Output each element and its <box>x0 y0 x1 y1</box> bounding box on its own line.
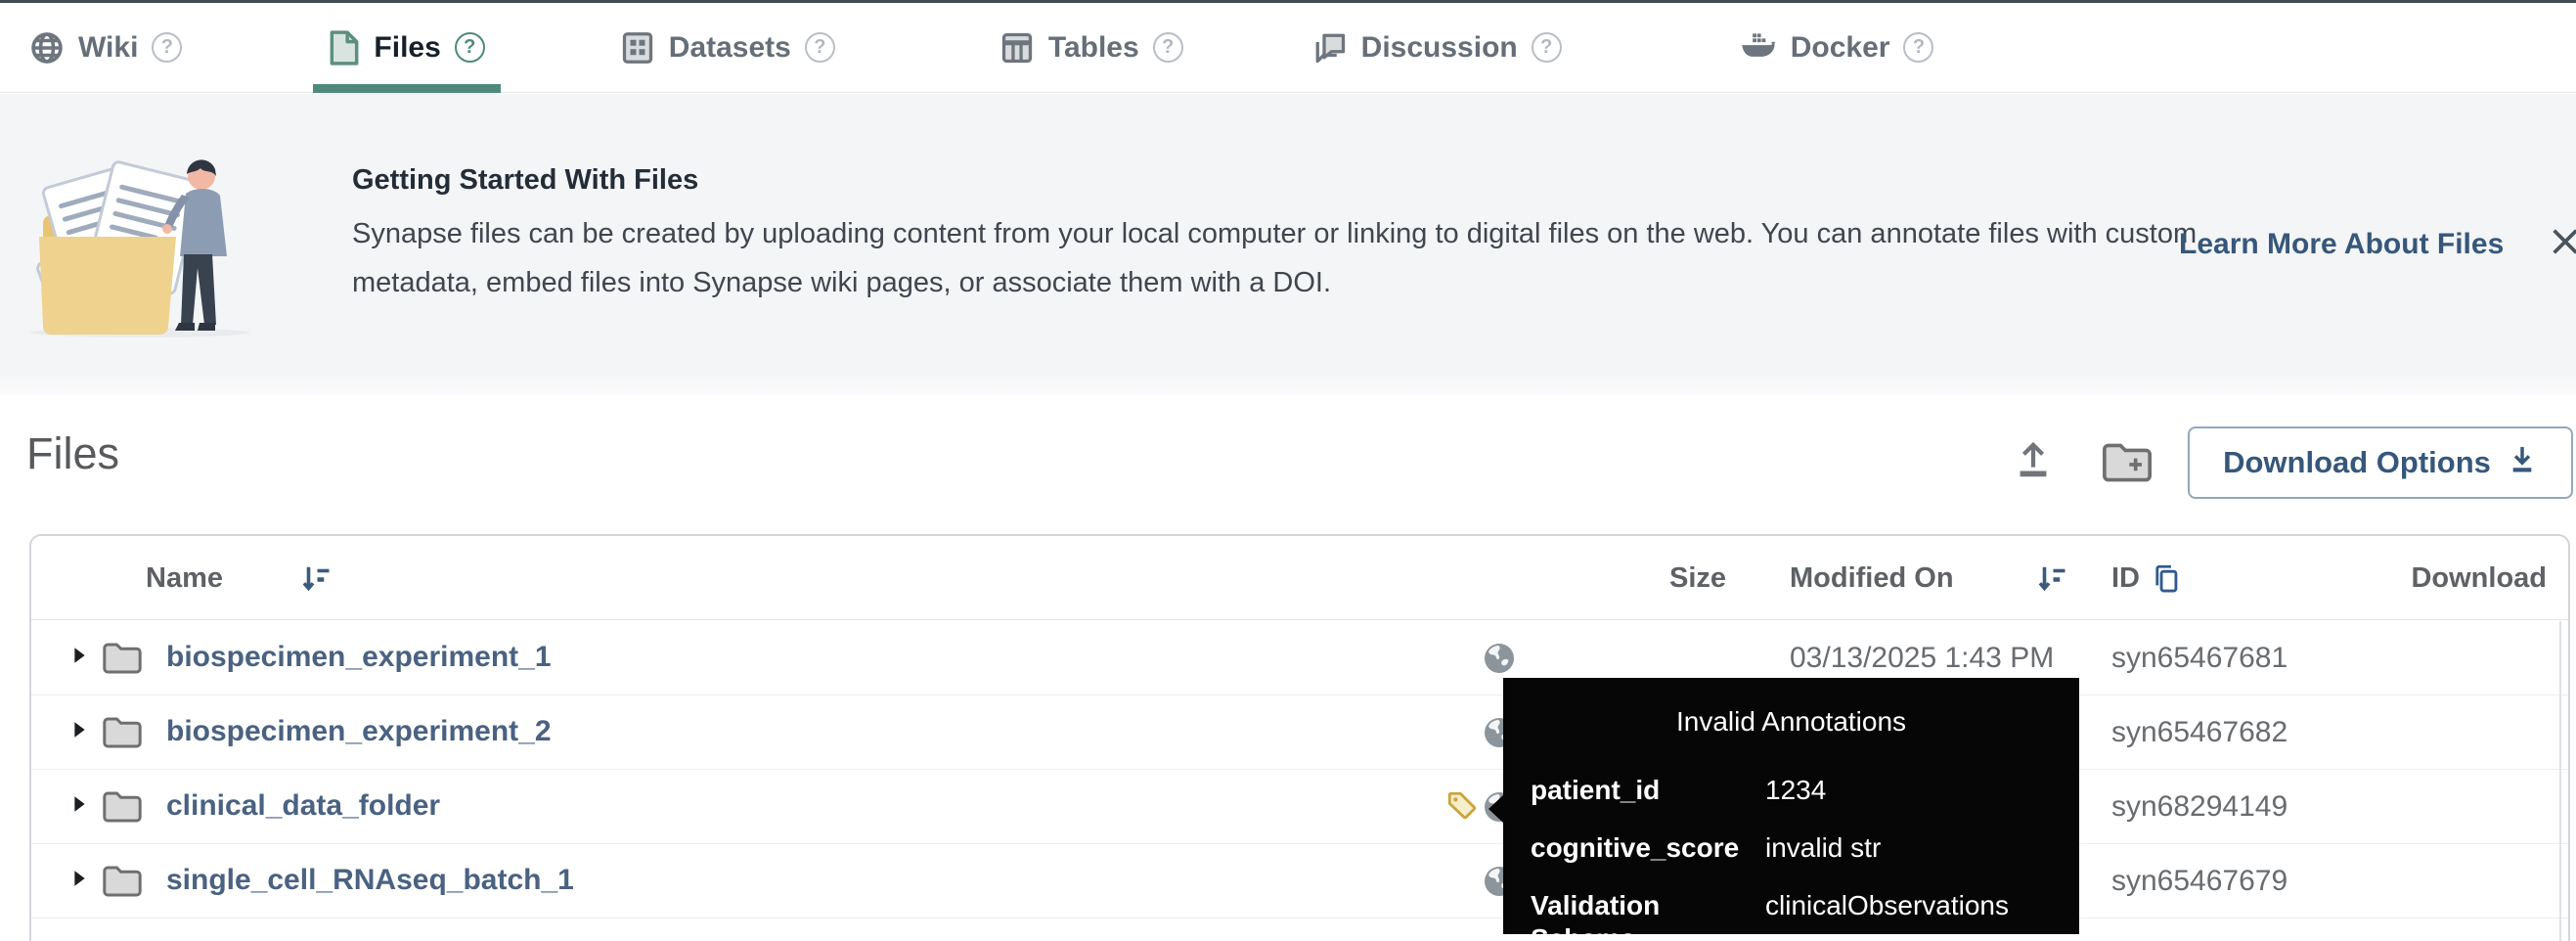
folder-icon <box>102 864 143 904</box>
banner-title: Getting Started With Files <box>352 164 698 197</box>
download-options-button[interactable]: Download Options <box>2188 426 2573 499</box>
copy-icon[interactable] <box>2150 561 2183 602</box>
modified-on-cell: 03/13/2025 1:43 PM <box>1790 642 2054 675</box>
tooltip-row: cognitive_score invalid str <box>1503 831 2079 865</box>
entity-tab-bar: Wiki Files Datasets Tables Discussion Do… <box>0 0 2576 93</box>
tooltip-value: clinicalObservations <box>1765 889 2009 941</box>
table-scrollbar[interactable] <box>2559 621 2561 941</box>
files-illustration <box>27 137 252 349</box>
tab-discussion[interactable]: Discussion <box>1312 3 1562 92</box>
table-body: biospecimen_experiment_1 03/13/2025 1:43… <box>31 621 2568 919</box>
docker-whale-icon <box>1740 31 1777 65</box>
tab-label: Docker <box>1791 31 1890 65</box>
expand-caret-icon[interactable] <box>73 721 86 743</box>
folder-icon <box>102 715 143 755</box>
table-row: clinical_data_folder syn68294149 <box>31 770 2568 844</box>
download-icon <box>2507 442 2538 483</box>
globe-icon <box>29 30 65 66</box>
table-row: biospecimen_experiment_2 syn65467682 <box>31 695 2568 770</box>
help-icon[interactable] <box>455 32 485 63</box>
synapse-id-cell: syn68294149 <box>2111 790 2287 824</box>
expand-caret-icon[interactable] <box>73 870 86 892</box>
folder-link[interactable]: clinical_data_folder <box>166 789 440 823</box>
help-icon[interactable] <box>1532 32 1562 63</box>
tab-docker[interactable]: Docker <box>1740 3 1934 92</box>
column-header-modified[interactable]: Modified On <box>1790 536 1954 620</box>
folder-link[interactable]: biospecimen_experiment_1 <box>166 641 552 674</box>
table-row: single_cell_RNAseq_batch_1 syn65467679 <box>31 844 2568 919</box>
tooltip-value: 1234 <box>1765 774 1826 807</box>
tooltip-row: patient_id 1234 <box>1503 774 2079 807</box>
tooltip-key: Validation Schema <box>1531 889 1765 941</box>
sort-icon[interactable] <box>298 560 333 601</box>
table-header-row: Name Size Modified On ID Download <box>31 536 2568 620</box>
column-header-size[interactable]: Size <box>1669 536 1726 620</box>
help-icon[interactable] <box>152 32 182 63</box>
column-header-download: Download <box>2411 536 2547 620</box>
file-icon <box>329 29 360 67</box>
tooltip-key: cognitive_score <box>1531 831 1765 865</box>
folder-icon <box>102 789 143 829</box>
folder-link[interactable]: biospecimen_experiment_2 <box>166 715 552 748</box>
tab-files[interactable]: Files <box>329 3 484 92</box>
sort-icon[interactable] <box>2034 560 2069 601</box>
tab-label: Files <box>374 31 440 65</box>
column-header-name[interactable]: Name <box>146 536 223 620</box>
tooltip-value: invalid str <box>1765 831 1881 865</box>
download-options-label: Download Options <box>2223 445 2491 480</box>
help-icon[interactable] <box>1153 32 1183 63</box>
tab-datasets[interactable]: Datasets <box>620 3 835 92</box>
tab-label: Tables <box>1048 31 1139 65</box>
public-globe-icon[interactable] <box>1482 641 1517 681</box>
learn-more-link[interactable]: Learn More About Files <box>2179 228 2504 261</box>
getting-started-banner: Getting Started With Files Synapse files… <box>0 94 2576 395</box>
table-icon <box>999 30 1035 66</box>
synapse-id-cell: syn65467682 <box>2111 716 2287 749</box>
invalid-annotations-tooltip: Invalid Annotations patient_id 1234 cogn… <box>1503 678 2079 934</box>
files-table: Name Size Modified On ID Download biospe… <box>29 534 2570 941</box>
banner-body: Synapse files can be created by uploadin… <box>352 209 2328 307</box>
tooltip-key: patient_id <box>1531 774 1765 807</box>
expand-caret-icon[interactable] <box>73 795 86 818</box>
column-header-id[interactable]: ID <box>2111 536 2140 620</box>
folder-icon <box>102 641 143 681</box>
synapse-id-cell: syn65467679 <box>2111 865 2287 898</box>
page-title: Files <box>26 428 119 479</box>
tooltip-title: Invalid Annotations <box>1503 705 2079 739</box>
upload-icon[interactable] <box>2011 436 2056 486</box>
add-folder-icon[interactable] <box>2101 440 2154 490</box>
tab-label: Datasets <box>669 31 791 65</box>
synapse-id-cell: syn65467681 <box>2111 642 2287 675</box>
table-row: biospecimen_experiment_1 03/13/2025 1:43… <box>31 621 2568 695</box>
close-icon[interactable] <box>2549 225 2576 263</box>
tab-label: Wiki <box>78 31 138 65</box>
help-icon[interactable] <box>1903 32 1933 63</box>
folder-link[interactable]: single_cell_RNAseq_batch_1 <box>166 864 574 897</box>
tab-wiki[interactable]: Wiki <box>29 3 182 92</box>
annotations-tag-icon[interactable] <box>1445 789 1479 828</box>
help-icon[interactable] <box>805 32 835 63</box>
expand-caret-icon[interactable] <box>73 647 86 669</box>
tab-label: Discussion <box>1361 31 1518 65</box>
dataset-grid-icon <box>620 30 655 66</box>
tab-tables[interactable]: Tables <box>999 3 1183 92</box>
tooltip-row: Validation Schema clinicalObservations <box>1503 889 2079 941</box>
chat-bubbles-icon <box>1312 30 1348 66</box>
